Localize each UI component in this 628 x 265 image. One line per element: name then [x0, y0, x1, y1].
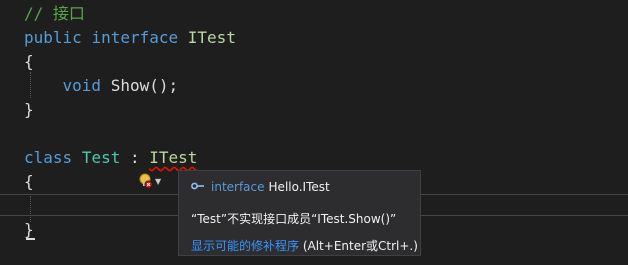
dropdown-caret-icon: ▼	[155, 176, 162, 186]
quick-info-kind: interface	[211, 180, 265, 194]
code-colon: :	[120, 148, 150, 167]
base-interface-error[interactable]: ITest	[149, 148, 197, 167]
quick-info-header: interface Hello.ITest	[191, 178, 330, 196]
code-line-class-decl[interactable]: class Test : ITest	[24, 146, 197, 170]
code-comment: // 接口	[24, 4, 85, 23]
class-name[interactable]: Test	[82, 148, 121, 167]
keyword-class: class	[24, 148, 73, 167]
interface-name[interactable]: ITest	[188, 28, 236, 47]
quick-info-tooltip: interface Hello.ITest “Test”不实现接口成员“ITes…	[178, 170, 421, 256]
text-caret	[26, 238, 35, 240]
quick-info-symbol: Hello.ITest	[268, 180, 330, 194]
code-brace-open: {	[24, 172, 34, 191]
fix-hint: 显示可能的修补程序 (Alt+Enter或Ctrl+.)	[191, 238, 418, 254]
code-line-interface-decl[interactable]: public interface ITest	[24, 26, 236, 50]
keyword-interface: interface	[91, 28, 179, 47]
code-brace-open: {	[24, 52, 34, 71]
keyword-void: void	[62, 76, 102, 95]
error-message: “Test”不实现接口成员“ITest.Show()”	[191, 212, 397, 226]
show-fixes-link[interactable]: 显示可能的修补程序	[191, 239, 299, 253]
lightbulb-error-icon	[139, 173, 153, 189]
interface-icon	[191, 178, 205, 196]
method-signature: Show();	[101, 76, 179, 95]
shortcut-hint: (Alt+Enter或Ctrl+.)	[299, 239, 418, 253]
keyword-public: public	[24, 28, 82, 47]
code-line-method[interactable]: void Show();	[24, 74, 179, 98]
code-brace-close: }	[24, 100, 34, 119]
quick-actions-button[interactable]: ▼	[139, 172, 171, 190]
